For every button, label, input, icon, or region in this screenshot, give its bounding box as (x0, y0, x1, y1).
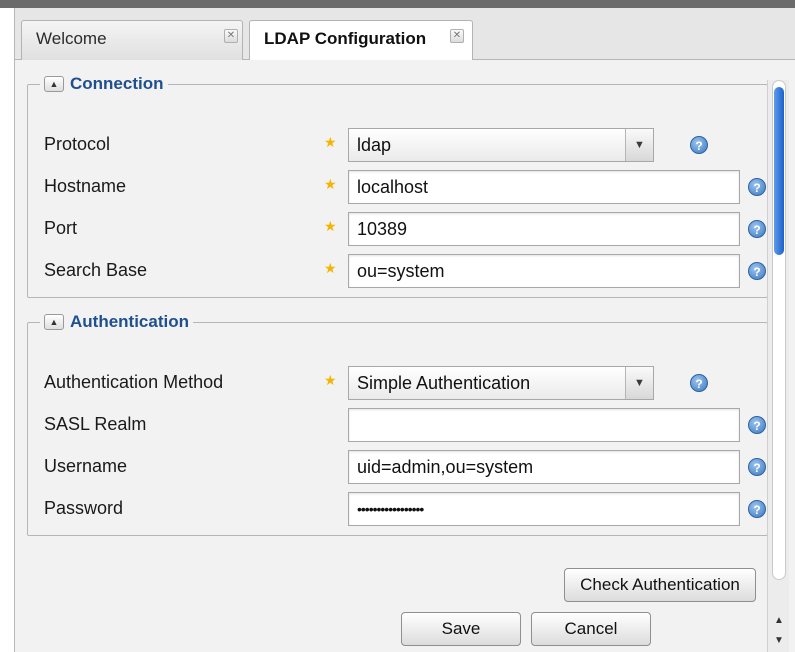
port-label: Port (44, 218, 78, 238)
collapse-up-icon[interactable]: ▲ (44, 314, 64, 330)
window-left-margin (0, 8, 14, 652)
help-icon[interactable]: ? (748, 178, 766, 196)
vertical-scrollbar[interactable]: ▲ ▼ (767, 80, 789, 652)
tab-ldap-configuration[interactable]: LDAP Configuration ✕ (249, 20, 473, 61)
chevron-down-icon[interactable]: ▼ (625, 367, 653, 399)
scroll-thumb[interactable] (774, 87, 784, 255)
search-base-label: Search Base (44, 260, 148, 280)
search-base-row: Search Base ★ ou=system ? (44, 254, 766, 288)
protocol-select[interactable]: ldap ▼ (348, 128, 654, 162)
hostname-input[interactable]: localhost (348, 170, 740, 204)
ldap-config-window: Welcome ✕ LDAP Configuration ✕ ▲ Connect… (14, 8, 795, 652)
window-top-border (0, 0, 795, 8)
help-icon[interactable]: ? (748, 416, 766, 434)
auth-method-select[interactable]: Simple Authentication ▼ (348, 366, 654, 400)
chevron-down-icon[interactable]: ▼ (625, 129, 653, 161)
star-icon: ★ (324, 260, 337, 276)
connection-title: Connection (70, 74, 164, 93)
help-icon[interactable]: ? (748, 220, 766, 238)
username-label: Username (44, 456, 128, 476)
protocol-value: ldap (357, 135, 392, 155)
cancel-button[interactable]: Cancel (531, 612, 651, 646)
scroll-down-arrow-icon[interactable]: ▼ (772, 634, 786, 648)
authentication-group: ▲ Authentication Authentication Method ★… (27, 312, 768, 536)
username-row: Username uid=admin,ou=system ? (44, 450, 766, 484)
help-icon[interactable]: ? (748, 458, 766, 476)
sasl-realm-input[interactable] (348, 408, 740, 442)
authentication-legend: ▲ Authentication (40, 312, 193, 332)
tab-welcome-label: Welcome (36, 29, 107, 48)
search-base-input[interactable]: ou=system (348, 254, 740, 288)
authentication-title: Authentication (70, 312, 189, 331)
port-row: Port ★ 10389 ? (44, 212, 766, 246)
protocol-row: Protocol ★ ldap ▼ ? (44, 128, 764, 162)
collapse-up-icon[interactable]: ▲ (44, 76, 64, 92)
sasl-realm-row: SASL Realm ? (44, 408, 766, 442)
close-icon[interactable]: ✕ (450, 29, 464, 43)
password-row: Password ••••••••••••••••• ? (44, 492, 766, 526)
connection-group: ▲ Connection Protocol ★ ldap ▼ ? Hostnam… (27, 74, 768, 298)
tab-bar: Welcome ✕ LDAP Configuration ✕ (15, 8, 795, 61)
check-authentication-button[interactable]: Check Authentication (564, 568, 756, 602)
password-input[interactable]: ••••••••••••••••• (348, 492, 740, 526)
star-icon: ★ (324, 218, 337, 234)
connection-legend: ▲ Connection (40, 74, 168, 94)
password-label: Password (44, 498, 124, 518)
scroll-track[interactable] (772, 80, 786, 580)
port-input[interactable]: 10389 (348, 212, 740, 246)
hostname-label: Hostname (44, 176, 127, 196)
auth-method-label: Authentication Method (44, 372, 224, 392)
protocol-label: Protocol (44, 134, 111, 154)
auth-method-value: Simple Authentication (357, 373, 531, 393)
hostname-row: Hostname ★ localhost ? (44, 170, 766, 204)
scroll-up-arrow-icon[interactable]: ▲ (772, 614, 786, 628)
help-icon[interactable]: ? (690, 136, 708, 154)
tab-welcome[interactable]: Welcome ✕ (21, 20, 243, 60)
tab-content: ▲ Connection Protocol ★ ldap ▼ ? Hostnam… (15, 60, 795, 652)
help-icon[interactable]: ? (748, 262, 766, 280)
star-icon: ★ (324, 176, 337, 192)
auth-method-row: Authentication Method ★ Simple Authentic… (44, 366, 764, 400)
close-icon[interactable]: ✕ (224, 29, 238, 43)
username-input[interactable]: uid=admin,ou=system (348, 450, 740, 484)
tab-ldap-configuration-label: LDAP Configuration (264, 29, 427, 48)
star-icon: ★ (324, 372, 337, 388)
help-icon[interactable]: ? (690, 374, 708, 392)
save-button[interactable]: Save (401, 612, 521, 646)
star-icon: ★ (324, 134, 337, 150)
help-icon[interactable]: ? (748, 500, 766, 518)
sasl-realm-label: SASL Realm (44, 414, 147, 434)
